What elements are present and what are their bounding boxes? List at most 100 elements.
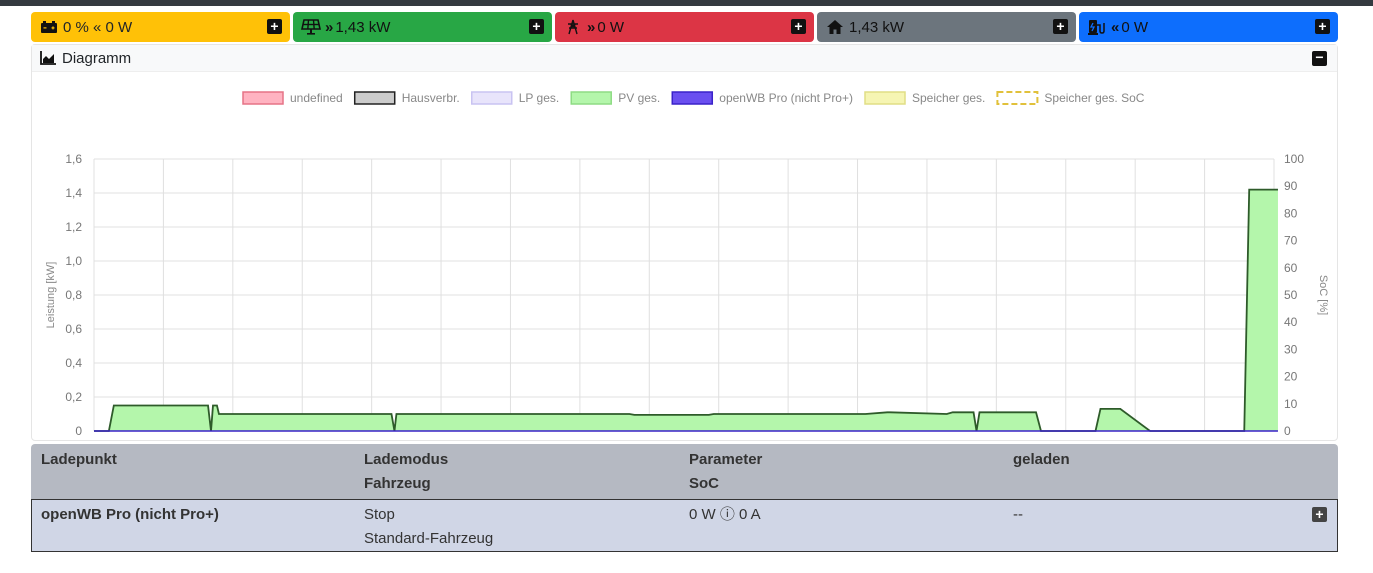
x-tick-label: 01:25 bbox=[484, 438, 513, 440]
y2-tick-label: 20 bbox=[1284, 370, 1298, 384]
status-tiles: 0 % « 0 W + » 1,43 kW + » 0 W + 1,43 kW … bbox=[31, 12, 1338, 42]
legend-label: LP ges. bbox=[519, 91, 559, 105]
battery-tile[interactable]: 0 % « 0 W + bbox=[31, 12, 290, 42]
expand-battery-button[interactable]: + bbox=[267, 19, 282, 34]
power-tower-icon bbox=[563, 19, 583, 35]
y-tick-label: 0,4 bbox=[65, 356, 82, 370]
y-tick-label: 1,0 bbox=[65, 254, 82, 268]
y2-tick-label: 40 bbox=[1284, 315, 1298, 329]
legend-label: Speicher ges. SoC bbox=[1044, 91, 1144, 105]
header-geladen: geladen bbox=[1013, 451, 1070, 468]
x-tick-label: 02:00 bbox=[831, 438, 860, 440]
chargepoint-direction-arrows: « bbox=[1111, 18, 1119, 36]
legend-label: PV ges. bbox=[618, 91, 660, 105]
legend-swatch bbox=[570, 91, 612, 105]
y-tick-label: 0,2 bbox=[65, 390, 82, 404]
y-tick-label: 1,4 bbox=[65, 186, 82, 200]
legend-label: Speicher ges. bbox=[912, 91, 985, 105]
legend-swatch bbox=[353, 91, 396, 105]
x-tick-label: 02:28 bbox=[1109, 438, 1138, 440]
header-ladepunkt: Ladepunkt bbox=[41, 451, 117, 468]
charged-value: -- bbox=[1013, 506, 1023, 523]
pv-area bbox=[94, 189, 1278, 431]
chargepoint-table: Ladepunkt Lademodus Fahrzeug Parameter S… bbox=[31, 444, 1338, 552]
top-nav-strip bbox=[0, 0, 1373, 6]
y-tick-label: 1,6 bbox=[65, 152, 82, 166]
pv-tile[interactable]: » 1,43 kW + bbox=[293, 12, 552, 42]
x-tick-label: 00:50 bbox=[137, 438, 166, 440]
y2-tick-label: 50 bbox=[1284, 288, 1298, 302]
x-tick-label: 01:18 bbox=[415, 438, 444, 440]
home-value: 1,43 kW bbox=[849, 18, 905, 36]
legend-swatch bbox=[471, 91, 513, 105]
grid-tile[interactable]: » 0 W + bbox=[555, 12, 814, 42]
solar-panel-icon bbox=[301, 19, 321, 35]
x-tick-label: 00:57 bbox=[207, 438, 236, 440]
legend-swatch bbox=[242, 91, 284, 105]
home-tile[interactable]: 1,43 kW + bbox=[817, 12, 1076, 42]
x-tick-label: 02:14 bbox=[970, 438, 999, 440]
x-tick-label: 02:21 bbox=[1040, 438, 1069, 440]
y-tick-label: 0 bbox=[75, 424, 82, 438]
chargepoint-value: 0 W bbox=[1121, 18, 1149, 36]
charging-station-icon bbox=[1087, 19, 1107, 35]
table-header: Ladepunkt Lademodus Fahrzeug Parameter S… bbox=[31, 444, 1338, 499]
pv-value: 1,43 kW bbox=[335, 18, 391, 36]
chargepoint-tile[interactable]: « 0 W + bbox=[1079, 12, 1338, 42]
x-tick-label: 01:39 bbox=[623, 438, 652, 440]
y2-tick-label: 100 bbox=[1284, 152, 1304, 166]
legend-label: Hausverbr. bbox=[402, 91, 460, 105]
diagram-header[interactable]: Diagramm − bbox=[32, 45, 1337, 72]
charge-mode[interactable]: Stop Standard-Fahrzeug bbox=[364, 503, 493, 551]
expand-pv-button[interactable]: + bbox=[529, 19, 544, 34]
pv-direction-arrows: » bbox=[325, 18, 333, 36]
chargepoint-name: openWB Pro (nicht Pro+) bbox=[41, 506, 219, 523]
diagram-card: Diagramm − undefined Hausverbr. LP ges. PV … bbox=[31, 44, 1338, 441]
y-tick-label: 0,6 bbox=[65, 322, 82, 336]
battery-value: 0 % « 0 W bbox=[63, 18, 133, 36]
legend-label: openWB Pro (nicht Pro+) bbox=[719, 91, 853, 105]
y2-tick-label: 60 bbox=[1284, 261, 1298, 275]
expand-home-button[interactable]: + bbox=[1053, 19, 1068, 34]
house-icon bbox=[825, 19, 845, 35]
house-consumption-line bbox=[94, 188, 1278, 432]
expand-chargepoint-button[interactable]: + bbox=[1315, 19, 1330, 34]
parameter-value: 0 W ⓘ 0 A bbox=[689, 506, 761, 523]
x-tick-label: 00:43 bbox=[68, 438, 97, 440]
y2-tick-label: 80 bbox=[1284, 206, 1298, 220]
header-lademodus: Lademodus Fahrzeug bbox=[364, 451, 449, 492]
power-chart: undefined Hausverbr. LP ges. PV ges. openWB … bbox=[45, 91, 1329, 440]
grid-direction-arrows: » bbox=[587, 18, 595, 36]
y2-tick-label: 90 bbox=[1284, 179, 1298, 193]
charge-mode-value: Stop bbox=[364, 506, 395, 523]
diagram-title: Diagramm bbox=[62, 49, 132, 67]
collapse-diagram-button[interactable]: − bbox=[1312, 50, 1327, 66]
x-tick-label: 01:46 bbox=[692, 438, 721, 440]
y2-tick-label: 10 bbox=[1284, 397, 1298, 411]
area-chart-icon bbox=[40, 51, 56, 65]
expand-row-button[interactable]: + bbox=[1312, 507, 1327, 522]
table-row[interactable]: openWB Pro (nicht Pro+) Stop Standard-Fa… bbox=[31, 499, 1338, 552]
header-parameter: Parameter SoC bbox=[689, 451, 763, 492]
y-tick-label: 0,8 bbox=[65, 288, 82, 302]
y-axis-label: Leistung [kW] bbox=[45, 262, 57, 329]
x-tick-label: 01:32 bbox=[554, 438, 583, 440]
legend-swatch bbox=[996, 91, 1039, 105]
x-tick-label: 02:35 bbox=[1178, 438, 1207, 440]
legend-swatch bbox=[864, 91, 906, 105]
x-tick-label: 02:42 bbox=[1248, 438, 1277, 440]
x-tick-label: 01:04 bbox=[276, 438, 305, 440]
vehicle-name: Standard-Fahrzeug bbox=[364, 530, 494, 547]
y2-axis-label: SoC [%] bbox=[1317, 275, 1329, 315]
legend-label: undefined bbox=[290, 91, 343, 105]
y2-tick-label: 0 bbox=[1284, 424, 1291, 438]
y2-tick-label: 70 bbox=[1284, 234, 1298, 248]
battery-icon bbox=[39, 19, 59, 35]
expand-grid-button[interactable]: + bbox=[791, 19, 806, 34]
x-tick-label: 01:53 bbox=[762, 438, 791, 440]
y-tick-label: 1,2 bbox=[65, 220, 82, 234]
grid-value: 0 W bbox=[597, 18, 625, 36]
legend-swatch bbox=[671, 91, 714, 105]
y2-tick-label: 30 bbox=[1284, 342, 1298, 356]
x-tick-label: 01:11 bbox=[346, 438, 374, 440]
